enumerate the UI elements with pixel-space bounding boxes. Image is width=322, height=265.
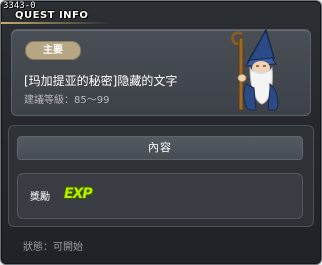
content-header: 內容 xyxy=(17,136,303,160)
quest-info-window: 3343-0 QUEST INFO 主要 [玛加提亚的秘密]隐藏的文字 建議等級… xyxy=(0,0,322,265)
reward-label: 獎勵 xyxy=(30,192,50,203)
old-wizard-npc-icon xyxy=(231,28,279,111)
window-title: QUEST INFO xyxy=(15,10,89,21)
quest-status: 狀態：可開始 xyxy=(23,242,83,253)
recommended-level: 建議等級：85～99 xyxy=(24,95,110,106)
quest-content-section: 內容 獎勵 EXP xyxy=(8,125,314,227)
title-underline xyxy=(1,22,111,24)
quest-summary-panel: 主要 [玛加提亚的秘密]隐藏的文字 建議等級：85～99 xyxy=(11,28,311,116)
exp-reward-icon: EXP xyxy=(64,186,93,202)
quest-name: [玛加提亚的秘密]隐藏的文字 xyxy=(24,74,178,88)
quest-category-badge: 主要 xyxy=(25,41,81,60)
reward-box: 獎勵 EXP xyxy=(17,173,303,219)
